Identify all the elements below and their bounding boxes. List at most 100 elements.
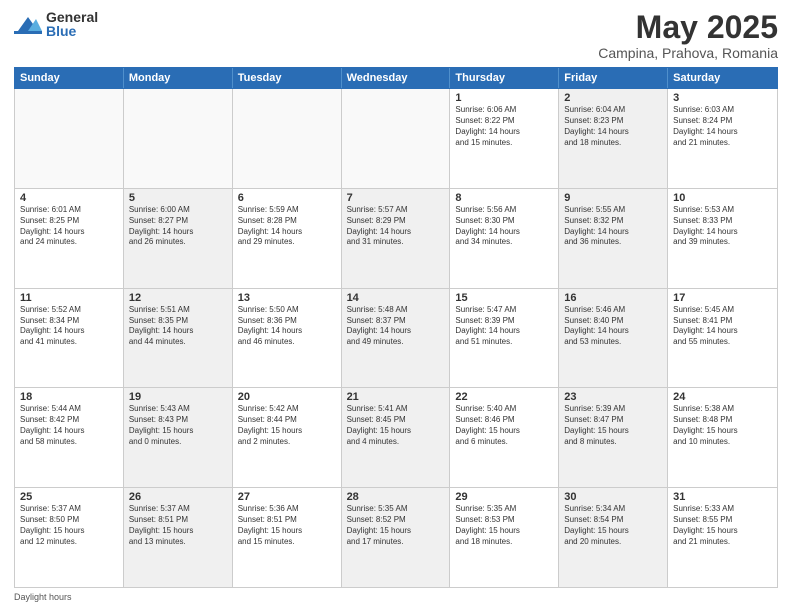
logo-text: General Blue (46, 10, 98, 38)
cal-header-cell-friday: Friday (559, 68, 668, 88)
day-info: Sunrise: 5:57 AM Sunset: 8:29 PM Dayligh… (347, 205, 445, 248)
logo: General Blue (14, 10, 98, 38)
day-info: Sunrise: 5:46 AM Sunset: 8:40 PM Dayligh… (564, 305, 662, 348)
cal-week-1: 1Sunrise: 6:06 AM Sunset: 8:22 PM Daylig… (15, 89, 777, 189)
logo-blue-text: Blue (46, 24, 98, 38)
day-info: Sunrise: 6:03 AM Sunset: 8:24 PM Dayligh… (673, 105, 772, 148)
cal-cell-18: 18Sunrise: 5:44 AM Sunset: 8:42 PM Dayli… (15, 388, 124, 487)
cal-cell-31: 31Sunrise: 5:33 AM Sunset: 8:55 PM Dayli… (668, 488, 777, 587)
day-number: 15 (455, 292, 553, 304)
day-number: 11 (20, 292, 118, 304)
day-number: 23 (564, 391, 662, 403)
cal-week-4: 18Sunrise: 5:44 AM Sunset: 8:42 PM Dayli… (15, 388, 777, 488)
cal-cell-27: 27Sunrise: 5:36 AM Sunset: 8:51 PM Dayli… (233, 488, 342, 587)
day-number: 8 (455, 192, 553, 204)
day-number: 7 (347, 192, 445, 204)
day-info: Sunrise: 5:48 AM Sunset: 8:37 PM Dayligh… (347, 305, 445, 348)
day-info: Sunrise: 6:01 AM Sunset: 8:25 PM Dayligh… (20, 205, 118, 248)
cal-cell-empty-0-2 (233, 89, 342, 188)
day-number: 4 (20, 192, 118, 204)
cal-cell-10: 10Sunrise: 5:53 AM Sunset: 8:33 PM Dayli… (668, 189, 777, 288)
day-info: Sunrise: 5:35 AM Sunset: 8:52 PM Dayligh… (347, 504, 445, 547)
footer: Daylight hours (14, 592, 778, 602)
cal-cell-24: 24Sunrise: 5:38 AM Sunset: 8:48 PM Dayli… (668, 388, 777, 487)
cal-cell-20: 20Sunrise: 5:42 AM Sunset: 8:44 PM Dayli… (233, 388, 342, 487)
day-number: 13 (238, 292, 336, 304)
day-info: Sunrise: 5:56 AM Sunset: 8:30 PM Dayligh… (455, 205, 553, 248)
header: General Blue May 2025 Campina, Prahova, … (14, 10, 778, 61)
day-number: 28 (347, 491, 445, 503)
day-number: 26 (129, 491, 227, 503)
day-number: 22 (455, 391, 553, 403)
day-info: Sunrise: 5:34 AM Sunset: 8:54 PM Dayligh… (564, 504, 662, 547)
day-info: Sunrise: 5:36 AM Sunset: 8:51 PM Dayligh… (238, 504, 336, 547)
day-number: 12 (129, 292, 227, 304)
day-number: 17 (673, 292, 772, 304)
cal-cell-3: 3Sunrise: 6:03 AM Sunset: 8:24 PM Daylig… (668, 89, 777, 188)
logo-general-text: General (46, 10, 98, 24)
calendar: SundayMondayTuesdayWednesdayThursdayFrid… (14, 67, 778, 588)
day-number: 14 (347, 292, 445, 304)
cal-cell-29: 29Sunrise: 5:35 AM Sunset: 8:53 PM Dayli… (450, 488, 559, 587)
day-number: 21 (347, 391, 445, 403)
day-info: Sunrise: 5:53 AM Sunset: 8:33 PM Dayligh… (673, 205, 772, 248)
day-info: Sunrise: 5:35 AM Sunset: 8:53 PM Dayligh… (455, 504, 553, 547)
day-info: Sunrise: 5:33 AM Sunset: 8:55 PM Dayligh… (673, 504, 772, 547)
day-info: Sunrise: 5:43 AM Sunset: 8:43 PM Dayligh… (129, 404, 227, 447)
day-info: Sunrise: 5:50 AM Sunset: 8:36 PM Dayligh… (238, 305, 336, 348)
day-info: Sunrise: 5:42 AM Sunset: 8:44 PM Dayligh… (238, 404, 336, 447)
main-title: May 2025 (598, 10, 778, 45)
page: General Blue May 2025 Campina, Prahova, … (0, 0, 792, 612)
cal-cell-empty-0-1 (124, 89, 233, 188)
day-number: 31 (673, 491, 772, 503)
day-number: 19 (129, 391, 227, 403)
cal-week-5: 25Sunrise: 5:37 AM Sunset: 8:50 PM Dayli… (15, 488, 777, 587)
cal-cell-30: 30Sunrise: 5:34 AM Sunset: 8:54 PM Dayli… (559, 488, 668, 587)
day-info: Sunrise: 5:41 AM Sunset: 8:45 PM Dayligh… (347, 404, 445, 447)
day-number: 24 (673, 391, 772, 403)
cal-cell-5: 5Sunrise: 6:00 AM Sunset: 8:27 PM Daylig… (124, 189, 233, 288)
cal-cell-11: 11Sunrise: 5:52 AM Sunset: 8:34 PM Dayli… (15, 289, 124, 388)
cal-week-2: 4Sunrise: 6:01 AM Sunset: 8:25 PM Daylig… (15, 189, 777, 289)
day-number: 16 (564, 292, 662, 304)
cal-cell-2: 2Sunrise: 6:04 AM Sunset: 8:23 PM Daylig… (559, 89, 668, 188)
calendar-header-row: SundayMondayTuesdayWednesdayThursdayFrid… (14, 67, 778, 89)
cal-cell-9: 9Sunrise: 5:55 AM Sunset: 8:32 PM Daylig… (559, 189, 668, 288)
cal-cell-empty-0-3 (342, 89, 451, 188)
day-number: 30 (564, 491, 662, 503)
cal-header-cell-wednesday: Wednesday (342, 68, 451, 88)
cal-header-cell-monday: Monday (124, 68, 233, 88)
cal-cell-12: 12Sunrise: 5:51 AM Sunset: 8:35 PM Dayli… (124, 289, 233, 388)
title-section: May 2025 Campina, Prahova, Romania (598, 10, 778, 61)
cal-cell-23: 23Sunrise: 5:39 AM Sunset: 8:47 PM Dayli… (559, 388, 668, 487)
cal-cell-25: 25Sunrise: 5:37 AM Sunset: 8:50 PM Dayli… (15, 488, 124, 587)
calendar-body: 1Sunrise: 6:06 AM Sunset: 8:22 PM Daylig… (14, 89, 778, 588)
footer-text: Daylight hours (14, 592, 72, 602)
cal-cell-14: 14Sunrise: 5:48 AM Sunset: 8:37 PM Dayli… (342, 289, 451, 388)
day-number: 5 (129, 192, 227, 204)
cal-header-cell-thursday: Thursday (450, 68, 559, 88)
cal-week-3: 11Sunrise: 5:52 AM Sunset: 8:34 PM Dayli… (15, 289, 777, 389)
cal-cell-17: 17Sunrise: 5:45 AM Sunset: 8:41 PM Dayli… (668, 289, 777, 388)
day-info: Sunrise: 6:04 AM Sunset: 8:23 PM Dayligh… (564, 105, 662, 148)
logo-icon (14, 13, 42, 35)
day-number: 27 (238, 491, 336, 503)
day-info: Sunrise: 6:00 AM Sunset: 8:27 PM Dayligh… (129, 205, 227, 248)
cal-cell-16: 16Sunrise: 5:46 AM Sunset: 8:40 PM Dayli… (559, 289, 668, 388)
day-info: Sunrise: 5:45 AM Sunset: 8:41 PM Dayligh… (673, 305, 772, 348)
day-info: Sunrise: 5:40 AM Sunset: 8:46 PM Dayligh… (455, 404, 553, 447)
cal-header-cell-saturday: Saturday (668, 68, 777, 88)
day-info: Sunrise: 5:37 AM Sunset: 8:50 PM Dayligh… (20, 504, 118, 547)
day-number: 1 (455, 92, 553, 104)
cal-cell-15: 15Sunrise: 5:47 AM Sunset: 8:39 PM Dayli… (450, 289, 559, 388)
cal-cell-empty-0-0 (15, 89, 124, 188)
day-number: 9 (564, 192, 662, 204)
cal-cell-13: 13Sunrise: 5:50 AM Sunset: 8:36 PM Dayli… (233, 289, 342, 388)
cal-cell-22: 22Sunrise: 5:40 AM Sunset: 8:46 PM Dayli… (450, 388, 559, 487)
cal-cell-6: 6Sunrise: 5:59 AM Sunset: 8:28 PM Daylig… (233, 189, 342, 288)
day-info: Sunrise: 5:52 AM Sunset: 8:34 PM Dayligh… (20, 305, 118, 348)
day-number: 29 (455, 491, 553, 503)
day-number: 2 (564, 92, 662, 104)
cal-cell-26: 26Sunrise: 5:37 AM Sunset: 8:51 PM Dayli… (124, 488, 233, 587)
cal-header-cell-sunday: Sunday (15, 68, 124, 88)
